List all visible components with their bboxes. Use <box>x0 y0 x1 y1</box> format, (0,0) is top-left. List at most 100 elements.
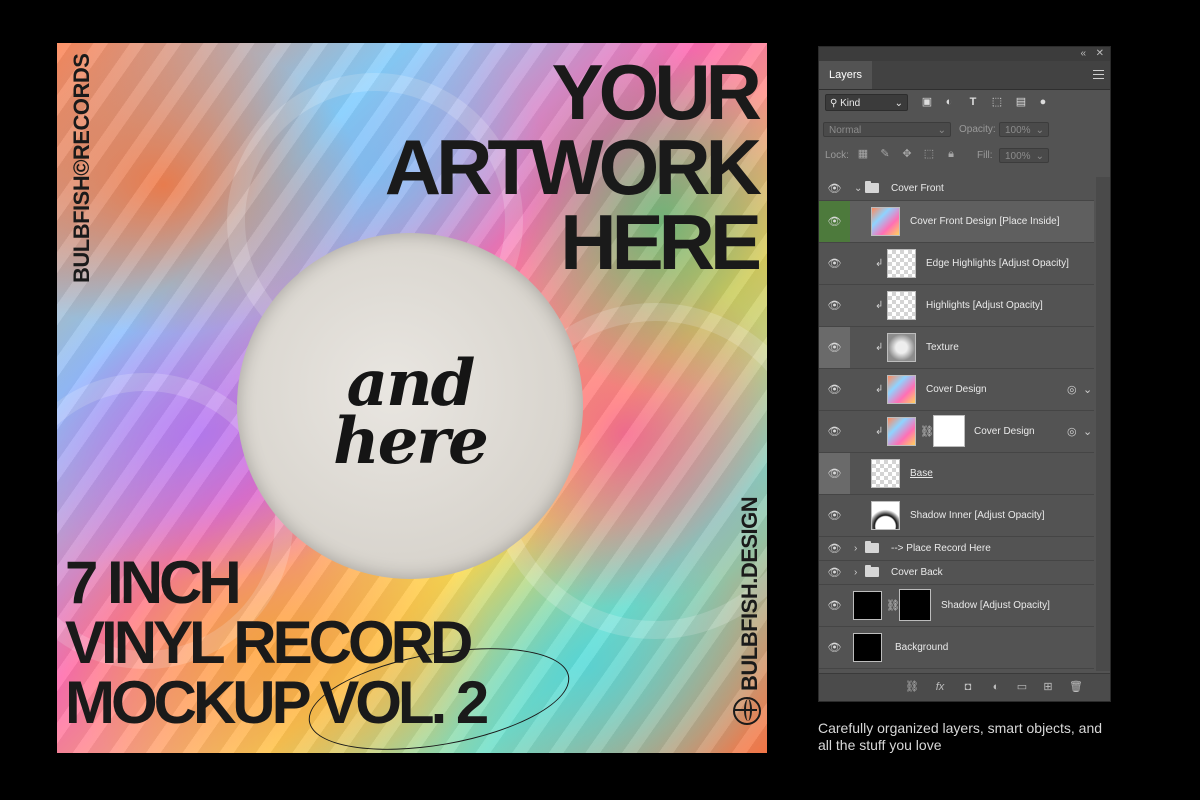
layer-name: Shadow [Adjust Opacity] <box>941 600 1050 611</box>
layer-name: Shadow Inner [Adjust Opacity] <box>910 510 1045 521</box>
link-layers-icon[interactable]: ⛓ <box>905 680 919 694</box>
chevron-down-icon: ⌄ <box>1035 125 1044 136</box>
blend-mode-select[interactable]: Normal ⌄ <box>823 122 951 137</box>
eye-icon[interactable]: 👁︎ <box>819 627 850 668</box>
chevron-right-icon[interactable]: › <box>854 561 857 584</box>
opacity-field[interactable]: 100% ⌄ <box>999 122 1049 137</box>
new-group-icon[interactable]: ▭ <box>1015 680 1029 694</box>
layer-name: Cover Design <box>974 426 1035 437</box>
link-icon[interactable]: ⛓ <box>920 411 934 452</box>
layer-thumbnail <box>887 417 916 446</box>
panel-menu-icon[interactable] <box>1093 70 1104 79</box>
layer-row[interactable]: 👁︎ Background <box>819 627 1094 669</box>
eye-icon[interactable]: 👁︎ <box>819 177 850 200</box>
chevron-right-icon[interactable]: › <box>854 537 857 560</box>
chevron-down-icon: ⌄ <box>937 125 946 136</box>
layer-row[interactable]: 👁︎ Shadow Inner [Adjust Opacity] <box>819 495 1094 537</box>
eye-icon[interactable]: 👁︎ <box>819 411 850 452</box>
tab-layers[interactable]: Layers <box>819 61 873 89</box>
panel-titlebar: « ✕ <box>819 47 1110 61</box>
fill-field[interactable]: 100% ⌄ <box>999 148 1049 163</box>
eye-icon[interactable]: 👁︎ <box>819 369 850 410</box>
smart-object-filter-icon[interactable]: ▤ <box>1015 96 1027 108</box>
eye-icon[interactable]: 👁︎ <box>819 243 850 284</box>
lock-artboard-icon[interactable]: ⬚ <box>923 148 935 160</box>
collapse-icon[interactable]: « <box>1080 48 1086 59</box>
layer-name: Edge Highlights [Adjust Opacity] <box>926 258 1069 269</box>
eye-icon[interactable]: 👁︎ <box>819 585 850 626</box>
scrollbar[interactable] <box>1096 177 1110 671</box>
chevron-down-icon: ⌄ <box>894 98 903 109</box>
chevron-down-icon[interactable]: ⌄ <box>1083 411 1092 452</box>
layer-name: Cover Front <box>891 183 944 194</box>
eye-icon[interactable]: 👁︎ <box>819 201 850 242</box>
smart-filter-icon[interactable]: ◎ <box>1067 369 1077 410</box>
fx-icon[interactable]: fx <box>933 680 947 694</box>
eye-icon[interactable]: 👁︎ <box>819 561 850 584</box>
headline-line-3: HERE <box>560 198 762 286</box>
filter-toggle-icon[interactable]: ● <box>1037 96 1049 108</box>
layer-row[interactable]: 👁︎ › --> Place Record Here <box>819 537 1094 561</box>
vinyl-sleeve-artwork: YOUR ARTWORK HERE and here 7 INCH VINYL … <box>57 43 767 753</box>
left-vertical-brand: BULBFISH©RECORDS <box>69 53 94 283</box>
kind-filter-select[interactable]: ⚲ Kind ⌄ <box>825 94 908 111</box>
close-icon[interactable]: ✕ <box>1096 48 1104 59</box>
search-icon: ⚲ <box>830 98 841 109</box>
lock-brush-icon[interactable]: ✎ <box>879 148 891 160</box>
label-text: and here <box>237 352 583 479</box>
new-layer-icon[interactable]: ⊞ <box>1041 680 1055 694</box>
layer-row[interactable]: 👁︎ ⛓ Shadow [Adjust Opacity] <box>819 585 1094 627</box>
eye-icon[interactable]: 👁︎ <box>819 285 850 326</box>
layer-row[interactable]: 👁︎ Cover Front Design [Place Inside] <box>819 201 1094 243</box>
lock-transparent-icon[interactable]: ▦ <box>857 148 869 160</box>
trash-icon[interactable]: 🗑︎ <box>1069 680 1083 694</box>
opacity-label: Opacity: <box>959 124 996 135</box>
chevron-down-icon[interactable]: ⌄ <box>854 177 862 200</box>
eye-icon[interactable]: 👁︎ <box>819 327 850 368</box>
clipping-mask-icon: ↲ <box>875 258 884 269</box>
eye-icon[interactable]: 👁︎ <box>819 537 850 560</box>
eye-icon[interactable]: 👁︎ <box>819 495 850 536</box>
layer-row[interactable]: 👁︎ ↲ Cover Design ◎ ⌄ <box>819 369 1094 411</box>
layer-row[interactable]: 👁︎ ⌄ Cover Front <box>819 177 1094 201</box>
eye-icon[interactable]: 👁︎ <box>819 453 850 494</box>
clipping-mask-icon: ↲ <box>875 426 884 437</box>
layer-name: Cover Front Design [Place Inside] <box>910 216 1060 227</box>
caption-text: Carefully organized layers, smart object… <box>818 720 1103 753</box>
pixel-filter-icon[interactable]: ▣ <box>921 96 933 108</box>
chevron-down-icon: ⌄ <box>1035 151 1044 162</box>
layer-thumbnail <box>887 375 916 404</box>
blend-row: Normal ⌄ Opacity: 100% ⌄ <box>819 117 1110 142</box>
layer-row[interactable]: 👁︎ › Cover Back <box>819 561 1094 585</box>
add-mask-icon[interactable]: ◘ <box>961 680 975 694</box>
lock-all-icon[interactable]: 🔒︎ <box>945 148 957 160</box>
link-icon[interactable]: ⛓ <box>886 585 900 626</box>
globe-icon <box>733 697 761 725</box>
layer-row[interactable]: 👁︎ Base <box>819 453 1094 495</box>
chevron-down-icon[interactable]: ⌄ <box>1083 369 1092 410</box>
adjustment-filter-icon[interactable]: ◐ <box>943 96 955 108</box>
layer-row[interactable]: 👁︎ ↲ Texture <box>819 327 1094 369</box>
label-text-line-2: here <box>333 404 489 479</box>
headline-line-2: ARTWORK <box>384 123 762 211</box>
lock-move-icon[interactable]: ✥ <box>901 148 913 160</box>
shape-filter-icon[interactable]: ⬚ <box>991 96 1003 108</box>
layer-thumbnail <box>887 249 916 278</box>
smart-filter-icon[interactable]: ◎ <box>1067 411 1077 452</box>
layer-mask-thumbnail[interactable] <box>899 589 931 621</box>
layer-name: Background <box>895 642 949 653</box>
adjustment-layer-icon[interactable]: ◐ <box>989 680 1003 694</box>
layer-row[interactable]: 👁︎ ↲ ⛓ Cover Design ◎ ⌄ <box>819 411 1094 453</box>
layer-mask-thumbnail[interactable] <box>933 415 965 447</box>
layer-row[interactable]: 👁︎ ↲ Highlights [Adjust Opacity] <box>819 285 1094 327</box>
layer-name: --> Place Record Here <box>891 543 991 554</box>
layer-thumbnail <box>871 207 900 236</box>
folder-icon <box>865 541 879 553</box>
layer-row[interactable]: 👁︎ ↲ Edge Highlights [Adjust Opacity] <box>819 243 1094 285</box>
record-label-circle: and here <box>237 233 583 579</box>
bottom-title-line-1: 7 INCH <box>65 549 242 616</box>
layer-thumbnail <box>871 501 900 530</box>
layer-thumbnail <box>853 633 882 662</box>
type-filter-icon[interactable]: T <box>967 96 979 108</box>
clipping-mask-icon: ↲ <box>875 300 884 311</box>
